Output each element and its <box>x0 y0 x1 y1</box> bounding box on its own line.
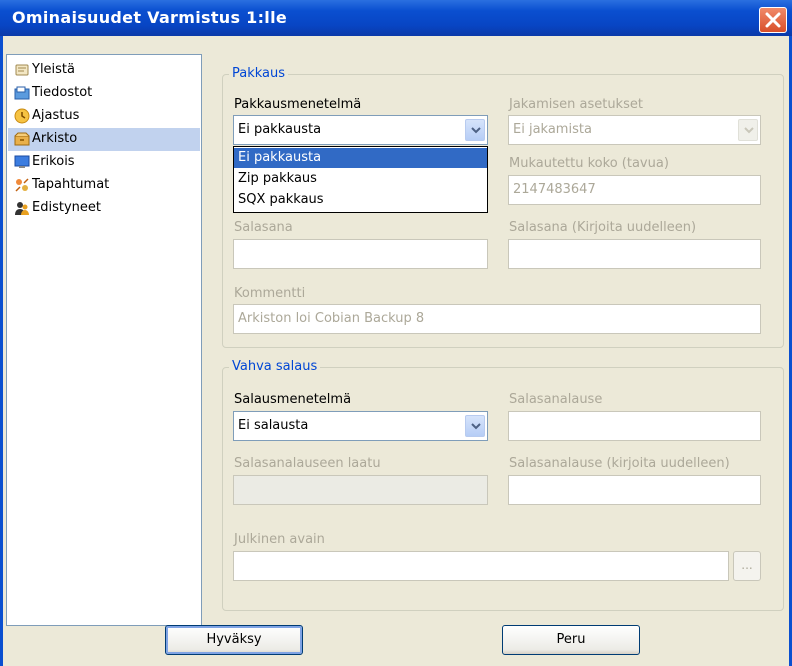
archive-box-icon <box>14 132 30 146</box>
dropdown-button[interactable] <box>465 119 485 141</box>
option-label: Zip pakkaus <box>238 171 317 186</box>
comment-label: Kommentti <box>234 286 306 301</box>
passphrase-repeat-input[interactable] <box>508 475 761 505</box>
compression-method-label: Pakkausmenetelmä <box>234 97 362 112</box>
sidebar-item-label: Edistyneet <box>32 200 101 215</box>
custom-size-label: Mukautettu koko (tavua) <box>509 156 669 171</box>
sidebar-item-label: Tiedostot <box>32 85 93 100</box>
sidebar-item-ajastus[interactable]: Ajastus <box>8 105 200 128</box>
compression-method-select[interactable]: Ei pakkausta <box>233 115 488 145</box>
title-bar[interactable]: Ominaisuudet Varmistus 1:lle <box>0 0 792 36</box>
custom-size-value: 2147483647 <box>513 182 596 197</box>
comment-input[interactable]: Arkiston loi Cobian Backup 8 <box>233 304 761 334</box>
clock-icon <box>14 108 30 124</box>
pakkaus-legend: Pakkaus <box>229 66 289 81</box>
public-key-input[interactable] <box>233 551 729 581</box>
cancel-button[interactable]: Peru <box>502 625 640 655</box>
close-icon <box>765 12 781 28</box>
ok-button[interactable]: Hyväksy <box>165 625 303 655</box>
sidebar-item-yleista[interactable]: Yleistä <box>8 59 200 82</box>
window-title: Ominaisuudet Varmistus 1:lle <box>12 8 288 27</box>
properties-dialog: Ominaisuudet Varmistus 1:lle Yleistä Tie… <box>0 0 792 666</box>
split-settings-value: Ei jakamista <box>513 122 592 137</box>
document-icon <box>15 64 29 76</box>
sidebar-item-label: Ajastus <box>32 108 80 123</box>
public-key-label: Julkinen avain <box>234 532 325 547</box>
encryption-method-select[interactable]: Ei salausta <box>233 411 488 441</box>
chevron-down-icon <box>744 127 754 134</box>
passphrase-repeat-label: Salasanalause (kirjoita uudelleen) <box>509 456 730 471</box>
dropdown-option[interactable]: Zip pakkaus <box>234 169 487 189</box>
option-label: Ei pakkausta <box>238 150 322 165</box>
chevron-down-icon <box>471 423 481 430</box>
passphrase-input[interactable] <box>508 411 761 441</box>
split-settings-select[interactable]: Ei jakamista <box>508 115 761 145</box>
sidebar-item-label: Yleistä <box>32 62 75 77</box>
advanced-users-icon <box>15 202 29 215</box>
password-repeat-input[interactable] <box>508 239 761 269</box>
split-settings-label: Jakamisen asetukset <box>509 97 643 112</box>
sidebar-item-label: Arkisto <box>32 131 78 146</box>
sidebar-item-erikois[interactable]: Erikois <box>8 151 200 174</box>
dropdown-option[interactable]: Ei pakkausta <box>234 148 487 168</box>
dropdown-button[interactable] <box>738 119 758 141</box>
browse-button[interactable]: ... <box>733 551 761 581</box>
chevron-down-icon <box>471 127 481 134</box>
sidebar-item-tapahtumat[interactable]: Tapahtumat <box>8 174 200 197</box>
passphrase-quality-bar <box>233 475 488 505</box>
sidebar-item-tiedostot[interactable]: Tiedostot <box>8 82 200 105</box>
encryption-method-label: Salausmenetelmä <box>234 392 352 407</box>
window-frame-left <box>0 36 3 666</box>
events-icon <box>15 178 29 192</box>
files-icon <box>14 86 30 100</box>
compression-method-value: Ei pakkausta <box>238 122 322 137</box>
close-button[interactable] <box>759 7 787 33</box>
dropdown-option[interactable]: SQX pakkaus <box>234 190 487 210</box>
password-repeat-label: Salasana (Kirjoita uudelleen) <box>509 220 697 235</box>
encryption-method-value: Ei salausta <box>238 418 309 433</box>
comment-value: Arkiston loi Cobian Backup 8 <box>238 311 425 326</box>
dropdown-button[interactable] <box>465 415 485 437</box>
monitor-icon <box>14 155 30 168</box>
sidebar-item-edistyneet[interactable]: Edistyneet <box>8 197 200 220</box>
sidebar-item-label: Tapahtumat <box>32 177 110 192</box>
sidebar-item-arkisto[interactable]: Arkisto <box>8 128 200 151</box>
custom-size-input[interactable]: 2147483647 <box>508 175 761 205</box>
passphrase-quality-label: Salasanalauseen laatu <box>234 456 381 471</box>
passphrase-label: Salasanalause <box>509 392 603 407</box>
password-label: Salasana <box>234 220 293 235</box>
compression-method-dropdown[interactable]: Ei pakkausta Zip pakkaus SQX pakkaus <box>233 146 488 213</box>
category-list[interactable]: Yleistä Tiedostot Ajastus Arkisto Erikoi… <box>6 54 202 626</box>
encryption-legend: Vahva salaus <box>229 359 321 374</box>
password-input[interactable] <box>233 239 488 269</box>
sidebar-item-label: Erikois <box>32 154 75 169</box>
option-label: SQX pakkaus <box>238 192 324 207</box>
